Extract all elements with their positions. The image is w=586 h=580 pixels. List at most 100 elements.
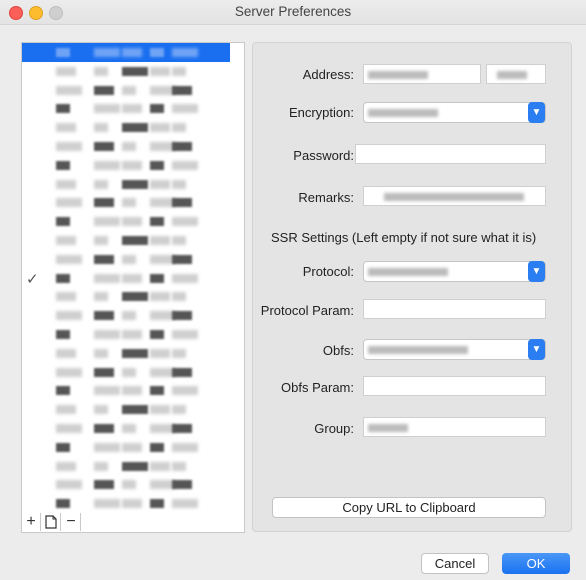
server-list-item[interactable]: [22, 175, 230, 194]
redacted-text: [56, 480, 82, 490]
server-list-item[interactable]: [22, 62, 230, 81]
active-server-check-icon: ✓: [26, 271, 39, 288]
port-field[interactable]: [486, 64, 546, 84]
redacted-text: [56, 104, 70, 114]
redacted-text: [94, 123, 108, 133]
redacted-value: [368, 268, 448, 276]
redacted-text: [56, 461, 76, 471]
server-list-item[interactable]: [22, 269, 230, 288]
title-bar: Server Preferences: [0, 0, 586, 25]
server-list-item[interactable]: [22, 363, 230, 382]
copy-url-button[interactable]: Copy URL to Clipboard: [272, 497, 546, 518]
server-list-item[interactable]: [22, 99, 230, 118]
redacted-text: [150, 66, 170, 76]
server-list-item[interactable]: [22, 231, 230, 250]
redacted-text: [122, 480, 136, 490]
server-list-item[interactable]: [22, 212, 230, 231]
password-label: Password:: [293, 148, 354, 163]
redacted-text: [172, 236, 186, 245]
password-field[interactable]: [355, 144, 546, 164]
redacted-text: [56, 217, 70, 227]
redacted-text: [172, 330, 198, 339]
redacted-text: [94, 442, 120, 452]
ok-button[interactable]: OK: [502, 553, 570, 574]
redacted-text: [56, 405, 76, 415]
redacted-text: [172, 405, 186, 415]
chevron-down-icon: ▼: [528, 261, 545, 282]
redacted-value: [497, 71, 527, 79]
chevron-down-icon: ▼: [528, 102, 545, 123]
cancel-button[interactable]: Cancel: [421, 553, 489, 574]
server-list-item[interactable]: [22, 156, 230, 175]
redacted-text: [150, 499, 164, 509]
address-field[interactable]: [363, 64, 481, 84]
server-list-item[interactable]: [22, 118, 230, 137]
redacted-text: [94, 66, 108, 76]
redacted-text: [150, 386, 164, 396]
server-list-item[interactable]: [22, 400, 230, 419]
redacted-text: [172, 424, 192, 433]
redacted-text: [122, 348, 148, 358]
redacted-text: [56, 292, 76, 302]
redacted-text: [94, 292, 108, 302]
redacted-text: [56, 254, 82, 264]
server-list-item[interactable]: [22, 287, 230, 306]
duplicate-server-button[interactable]: [42, 513, 61, 531]
protocol-param-field[interactable]: [363, 299, 546, 319]
server-list-item[interactable]: [22, 137, 230, 156]
redacted-text: [172, 480, 192, 490]
redacted-text: [94, 461, 108, 471]
server-list-item[interactable]: [22, 381, 230, 400]
redacted-text: [94, 273, 120, 283]
redacted-text: [122, 217, 142, 227]
redacted-text: [94, 142, 114, 151]
redacted-text: [56, 198, 82, 208]
server-list-item[interactable]: [22, 193, 230, 212]
redacted-text: [150, 160, 164, 170]
redacted-text: [122, 292, 148, 302]
server-list-item[interactable]: [22, 306, 230, 325]
server-list-item[interactable]: [22, 457, 230, 476]
server-list-item[interactable]: [22, 419, 230, 438]
server-list[interactable]: [21, 42, 245, 514]
server-list-item[interactable]: [22, 43, 230, 62]
redacted-text: [150, 123, 170, 133]
obfs-param-field[interactable]: [363, 376, 546, 396]
redacted-text: [122, 499, 142, 509]
redacted-text: [122, 424, 136, 433]
server-list-item[interactable]: [22, 494, 230, 513]
server-list-item[interactable]: [22, 250, 230, 269]
remove-server-button[interactable]: −: [62, 513, 81, 531]
redacted-text: [172, 442, 198, 452]
redacted-text: [122, 386, 142, 396]
redacted-text: [150, 442, 164, 452]
redacted-text: [56, 424, 82, 433]
server-list-item[interactable]: [22, 325, 230, 344]
encryption-select[interactable]: ▼: [363, 102, 546, 123]
redacted-text: [172, 348, 186, 358]
redacted-text: [122, 104, 142, 114]
add-server-button[interactable]: +: [22, 513, 41, 531]
redacted-text: [56, 179, 76, 189]
redacted-text: [122, 123, 148, 133]
redacted-text: [56, 48, 70, 57]
remarks-field[interactable]: [363, 186, 546, 206]
obfs-param-label: Obfs Param:: [281, 380, 354, 395]
redacted-text: [94, 85, 114, 95]
obfs-select[interactable]: ▼: [363, 339, 546, 360]
redacted-text: [94, 480, 114, 490]
group-field[interactable]: [363, 417, 546, 437]
protocol-select[interactable]: ▼: [363, 261, 546, 282]
redacted-text: [172, 104, 198, 114]
redacted-text: [172, 273, 198, 283]
redacted-text: [56, 66, 76, 76]
redacted-text: [56, 85, 82, 95]
redacted-text: [94, 160, 120, 170]
server-list-item[interactable]: [22, 475, 230, 494]
redacted-text: [172, 179, 186, 189]
server-list-item[interactable]: [22, 81, 230, 100]
server-list-item[interactable]: [22, 438, 230, 457]
encryption-label: Encryption:: [288, 105, 354, 120]
redacted-text: [122, 273, 142, 283]
server-list-item[interactable]: [22, 344, 230, 363]
